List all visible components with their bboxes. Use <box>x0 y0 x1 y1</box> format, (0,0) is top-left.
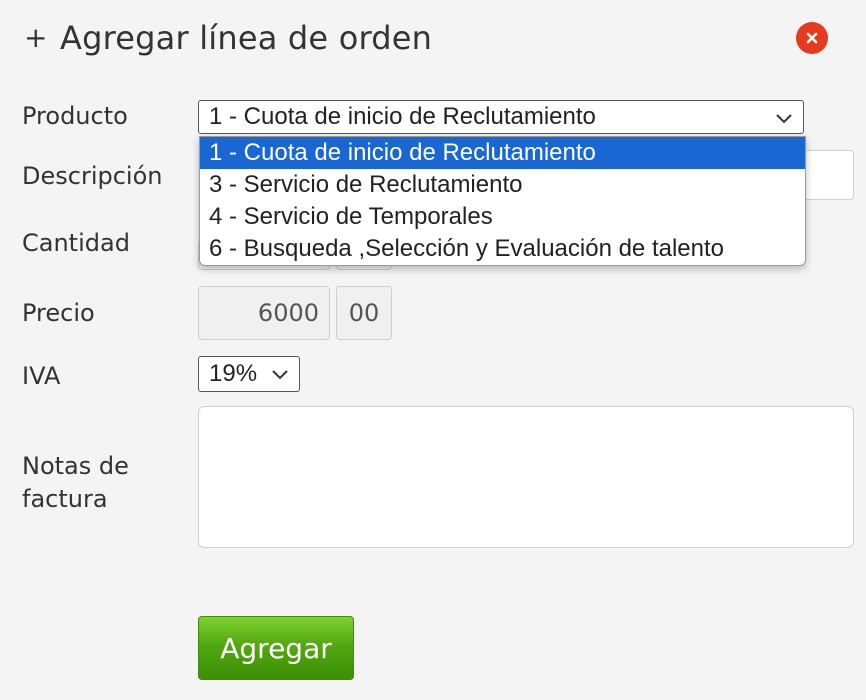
quantity-label: Cantidad <box>22 229 130 257</box>
dialog-header: + Agregar línea de orden <box>24 16 432 60</box>
price-cents-input[interactable]: 00 <box>336 286 392 340</box>
product-label: Producto <box>22 102 128 130</box>
price-whole-input[interactable]: 6000 <box>198 286 330 340</box>
price-whole-value: 6000 <box>257 299 319 327</box>
product-option[interactable]: 4 - Servicio de Temporales <box>200 201 805 233</box>
iva-label: IVA <box>22 362 61 390</box>
price-cents-value: 00 <box>348 299 380 327</box>
iva-selected-value: 19% <box>209 360 258 387</box>
product-dropdown-list: 1 - Cuota de inicio de Reclutamiento 3 -… <box>199 136 806 266</box>
product-option[interactable]: 3 - Servicio de Reclutamiento <box>200 169 805 201</box>
product-select[interactable]: 1 - Cuota de inicio de Reclutamiento <box>198 100 804 134</box>
close-button[interactable] <box>796 22 828 54</box>
notes-label-line1: Notas de <box>22 452 129 480</box>
description-label: Descripción <box>22 162 163 190</box>
product-selected-value: 1 - Cuota de inicio de Reclutamiento <box>209 103 596 130</box>
add-button[interactable]: Agregar <box>198 616 354 680</box>
price-label: Precio <box>22 299 95 327</box>
add-order-line-dialog: + Agregar línea de orden Producto 1 - Cu… <box>0 0 866 700</box>
dialog-title: Agregar línea de orden <box>60 19 433 57</box>
chevron-down-icon <box>272 370 288 380</box>
plus-icon: + <box>24 21 48 54</box>
notes-label-line2: factura <box>22 485 108 513</box>
product-option[interactable]: 6 - Busqueda ,Selección y Evaluación de … <box>200 233 805 265</box>
product-option[interactable]: 1 - Cuota de inicio de Reclutamiento <box>200 137 805 169</box>
iva-select[interactable]: 19% <box>198 356 300 392</box>
chevron-down-icon <box>776 114 792 124</box>
invoice-notes-textarea[interactable] <box>198 406 854 548</box>
close-icon <box>806 32 818 44</box>
